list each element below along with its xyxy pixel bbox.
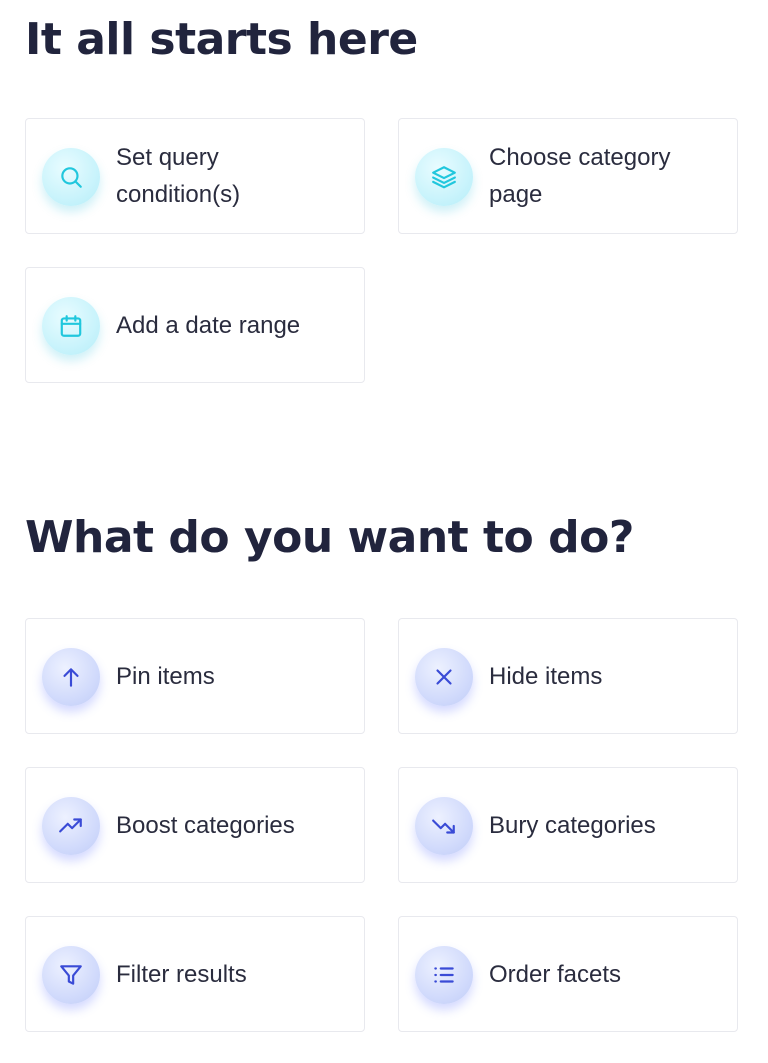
card-label: Set query condition(s) xyxy=(116,144,241,208)
set-query-condition-card[interactable]: Set query condition(s) xyxy=(25,118,365,234)
card-label: Boost categories xyxy=(116,811,295,839)
arrow-up-icon xyxy=(42,648,100,706)
section-title-actions: What do you want to do? xyxy=(25,512,634,563)
card-label: Hide items xyxy=(489,662,603,690)
card-label: Order facets xyxy=(489,960,622,988)
close-icon xyxy=(415,648,473,706)
trending-up-icon xyxy=(42,797,100,855)
card-label: Choose category page xyxy=(489,144,671,208)
search-icon xyxy=(42,148,100,206)
trending-down-icon xyxy=(415,797,473,855)
calendar-icon xyxy=(42,297,100,355)
card-label: Add a date range xyxy=(116,311,301,339)
add-date-range-card[interactable]: Add a date range xyxy=(25,267,365,383)
boost-categories-card[interactable]: Boost categories xyxy=(25,767,365,883)
list-icon xyxy=(415,946,473,1004)
layers-icon xyxy=(415,148,473,206)
pin-items-card[interactable]: Pin items xyxy=(25,618,365,734)
card-label: Pin items xyxy=(116,662,215,690)
card-label: Bury categories xyxy=(489,811,656,839)
section-title-start: It all starts here xyxy=(25,14,418,65)
filter-icon xyxy=(42,946,100,1004)
hide-items-card[interactable]: Hide items xyxy=(398,618,738,734)
filter-results-card[interactable]: Filter results xyxy=(25,916,365,1032)
card-label: Filter results xyxy=(116,960,247,988)
order-facets-card[interactable]: Order facets xyxy=(398,916,738,1032)
choose-category-page-card[interactable]: Choose category page xyxy=(398,118,738,234)
bury-categories-card[interactable]: Bury categories xyxy=(398,767,738,883)
